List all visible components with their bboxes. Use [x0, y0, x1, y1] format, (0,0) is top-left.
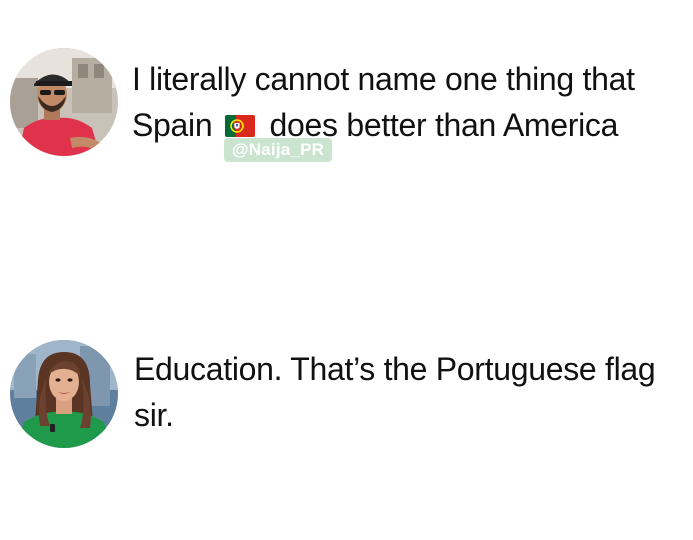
- avatar-man-icon[interactable]: [10, 48, 118, 156]
- watermark-label: @Naija_PR: [224, 138, 333, 162]
- post-1-line-1: I literally cannot name one thing that: [132, 61, 635, 97]
- post-2-line-1: Education. That’s the Portuguese flag: [134, 351, 656, 387]
- post-1-line-2-start: Spain: [132, 107, 213, 143]
- post-2-line-2: sir.: [134, 397, 174, 433]
- post-1-text: I literally cannot name one thing that S…: [132, 56, 635, 151]
- avatar-woman-icon[interactable]: [10, 340, 118, 448]
- post-1-line-2: Spain does better than America: [132, 102, 635, 151]
- post-2-text: Education. That’s the Portuguese flag si…: [134, 346, 656, 438]
